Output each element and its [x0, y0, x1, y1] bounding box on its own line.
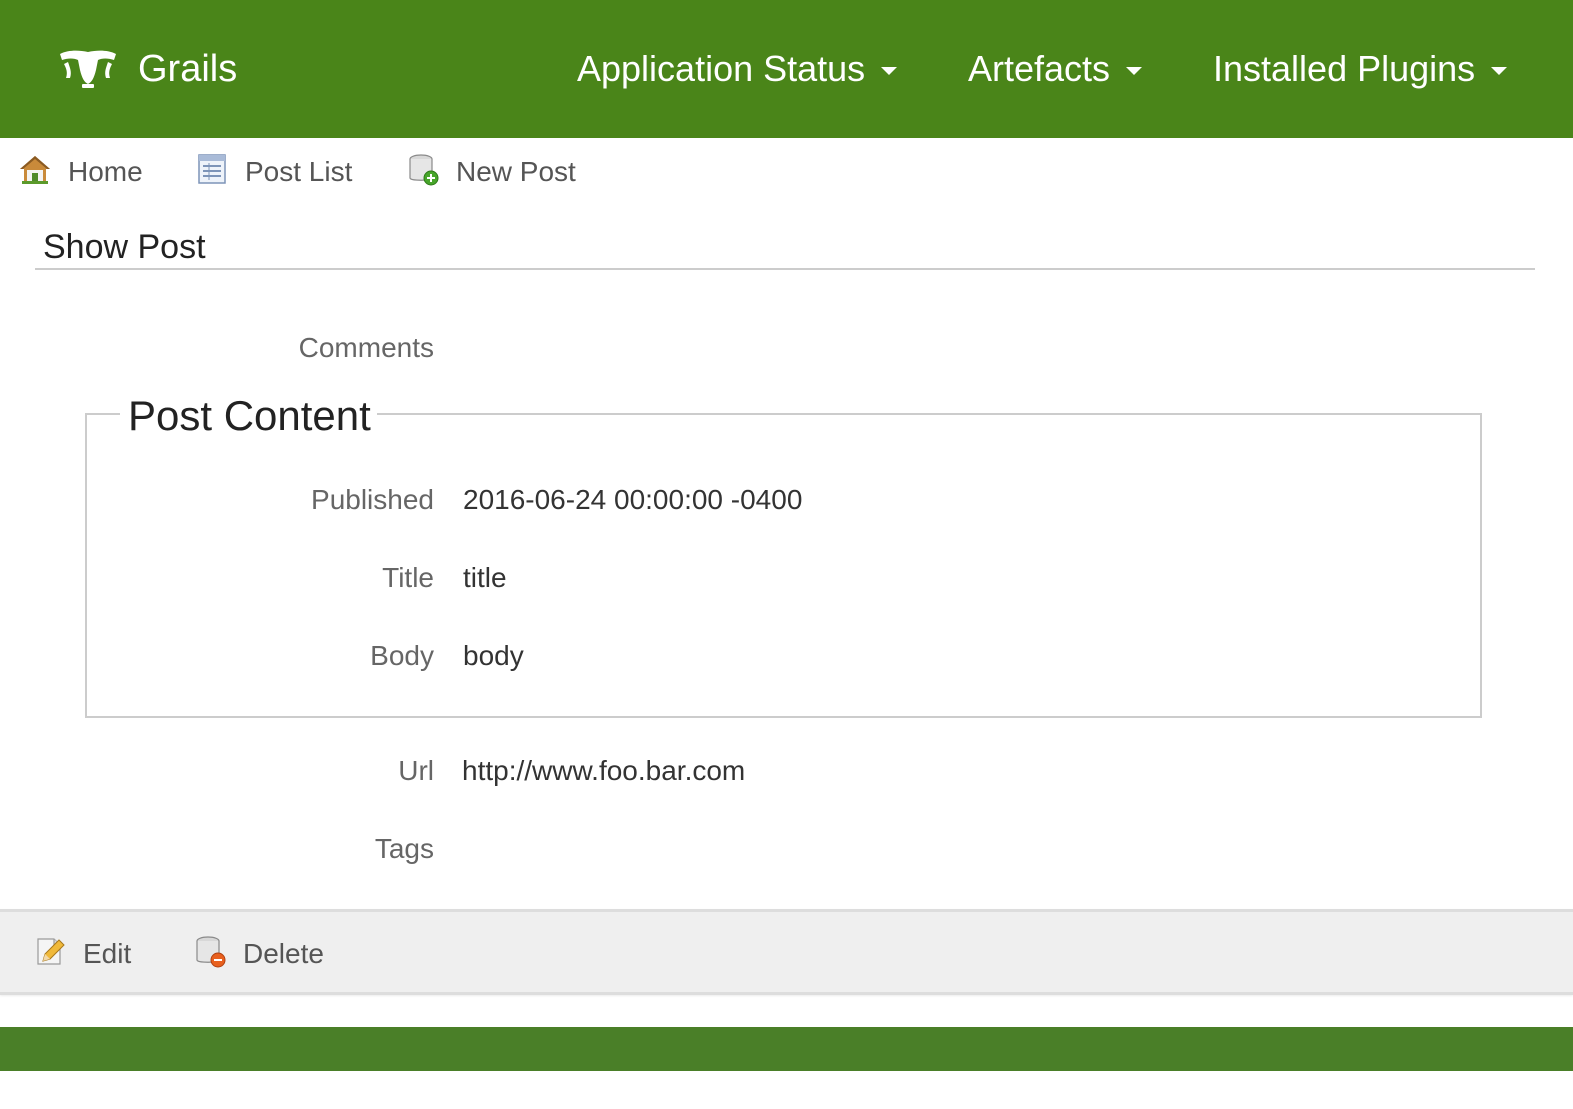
caret-down-icon [1126, 67, 1143, 75]
home-link[interactable]: Home [18, 152, 143, 192]
delete-button[interactable]: Delete [193, 934, 324, 974]
delete-label: Delete [243, 938, 324, 969]
database-add-icon [406, 152, 456, 193]
sub-navigation: Home Post List New Post [0, 138, 1573, 208]
tags-label: Tags [374, 833, 434, 864]
url-value: http://www.foo.bar.com [462, 755, 746, 786]
nav-application-status[interactable]: Application Status [577, 44, 898, 94]
edit-label: Edit [83, 938, 132, 969]
title-value: title [463, 562, 507, 593]
brand-name: Grails [138, 48, 238, 90]
new-post-link[interactable]: New Post [406, 152, 576, 192]
post-content-legend: Post Content [120, 390, 377, 442]
action-buttons-bar: Edit Delete [0, 909, 1573, 995]
footer-bar [0, 1027, 1573, 1071]
nav-installed-plugins-label: Installed Plugins [1213, 48, 1476, 89]
post-list-link[interactable]: Post List [195, 152, 352, 192]
database-delete-icon [193, 934, 243, 975]
page-title: Show Post [43, 228, 206, 266]
nav-installed-plugins[interactable]: Installed Plugins [1213, 44, 1508, 94]
pencil-edit-icon [33, 934, 83, 975]
edit-button[interactable]: Edit [33, 934, 131, 974]
home-icon [18, 152, 68, 193]
grails-logo-icon [58, 44, 118, 95]
title-divider [35, 268, 1535, 270]
caret-down-icon [881, 67, 898, 75]
nav-artefacts[interactable]: Artefacts [968, 44, 1143, 94]
caret-down-icon [1491, 67, 1508, 75]
body-label: Body [370, 640, 434, 671]
published-label: Published [311, 484, 434, 515]
post-list-label: Post List [245, 156, 353, 187]
nav-application-status-label: Application Status [577, 48, 866, 89]
top-navbar: Grails Application Status Artefacts Inst… [0, 0, 1573, 138]
title-label: Title [382, 562, 434, 593]
published-value: 2016-06-24 00:00:00 -0400 [463, 484, 803, 515]
brand-link[interactable]: Grails [58, 44, 237, 94]
url-label: Url [398, 755, 434, 786]
comments-label: Comments [298, 332, 434, 363]
nav-artefacts-label: Artefacts [968, 48, 1111, 89]
list-icon [195, 152, 245, 193]
new-post-label: New Post [456, 156, 576, 187]
home-label: Home [68, 156, 143, 187]
body-value: body [463, 640, 524, 671]
